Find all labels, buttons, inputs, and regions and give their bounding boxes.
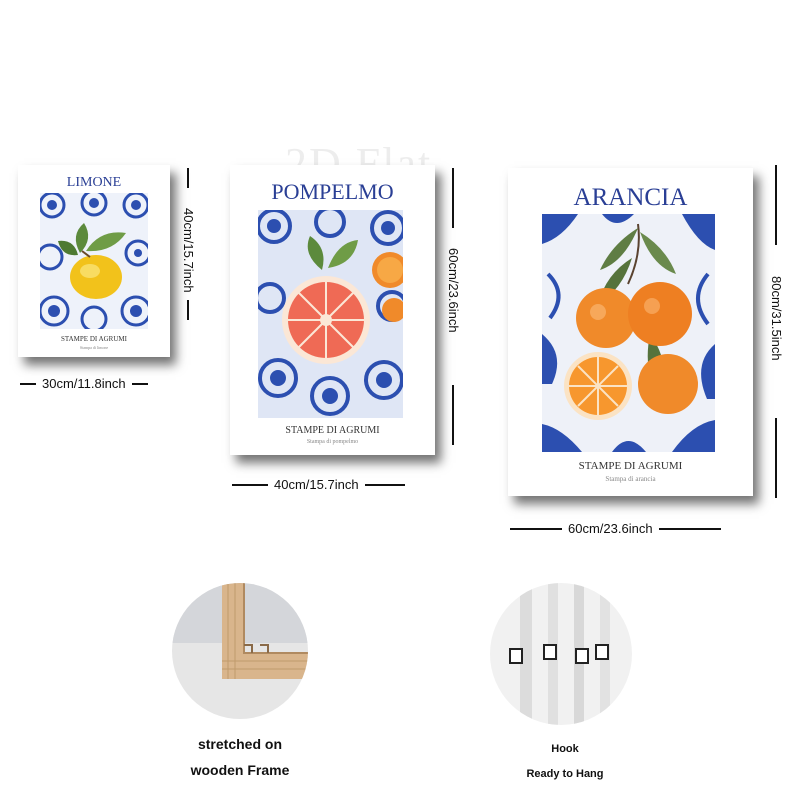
poster-subtitle: STAMPE DI AGRUMI [578,460,683,472]
feature-caption: stretched on wooden Frame [150,731,330,783]
dimension-line [187,168,189,188]
poster-title: POMPELMO [271,179,394,204]
poster-fine-print: Stampa di arancia [605,475,656,483]
feature-caption-line: Hook [551,743,579,755]
poster-title: ARANCIA [573,184,688,211]
poster-artwork-lemon [40,193,148,329]
poster-title: LIMONE [66,175,122,190]
dimension-line [452,385,454,445]
dimension-width: 30cm/11.8inch [20,376,148,391]
wooden-frame-photo [172,583,308,719]
dimension-line [658,527,721,530]
poster-fine-print: Stampa di limone [79,345,109,350]
poster-artwork-orange [542,214,715,452]
feature-caption-line: wooden Frame [190,762,290,778]
dimension-line [131,382,148,385]
dimension-width-label: 40cm/15.7inch [274,477,359,492]
dimension-line [187,300,189,320]
dimension-height-label: 40cm/15.7inch [181,208,196,293]
dimension-line [20,382,36,385]
dimension-line [510,527,562,530]
poster-arancia: ARANCIA STAMPE DI AGRUMI Stampa di aranc… [508,168,753,496]
dimension-height-label: 80cm/31.5inch [769,276,784,361]
dimension-width: 60cm/23.6inch [510,521,721,536]
poster-fine-print: Stampa di pompelmo [306,439,359,445]
dimension-line [775,418,777,498]
dimension-line [364,483,405,486]
dimension-line [232,483,268,486]
poster-pompelmo: POMPELMO STAMPE DI AGRUMI Stampa di pomp… [230,165,435,455]
poster-subtitle: STAMPE DI AGRUMI [285,425,380,436]
dimension-width-label: 60cm/23.6inch [568,521,653,536]
feature-caption-line: Ready to Hang [526,768,604,780]
dimension-width-label: 30cm/11.8inch [42,376,126,391]
dimension-line [452,168,454,228]
hook-photo [490,583,632,725]
feature-caption: Hook Ready to Hang [480,737,650,787]
dimension-height-label: 60cm/23.6inch [446,248,461,333]
poster-artwork-grapefruit [258,210,403,418]
feature-caption-line: stretched on [197,736,282,752]
poster-limone: LIMONE STAMPE DI AGRUMI Stampa di limone [18,165,170,357]
dimension-width: 40cm/15.7inch [232,477,405,492]
dimension-line [775,165,777,245]
poster-subtitle: STAMPE DI AGRUMI [61,335,127,343]
